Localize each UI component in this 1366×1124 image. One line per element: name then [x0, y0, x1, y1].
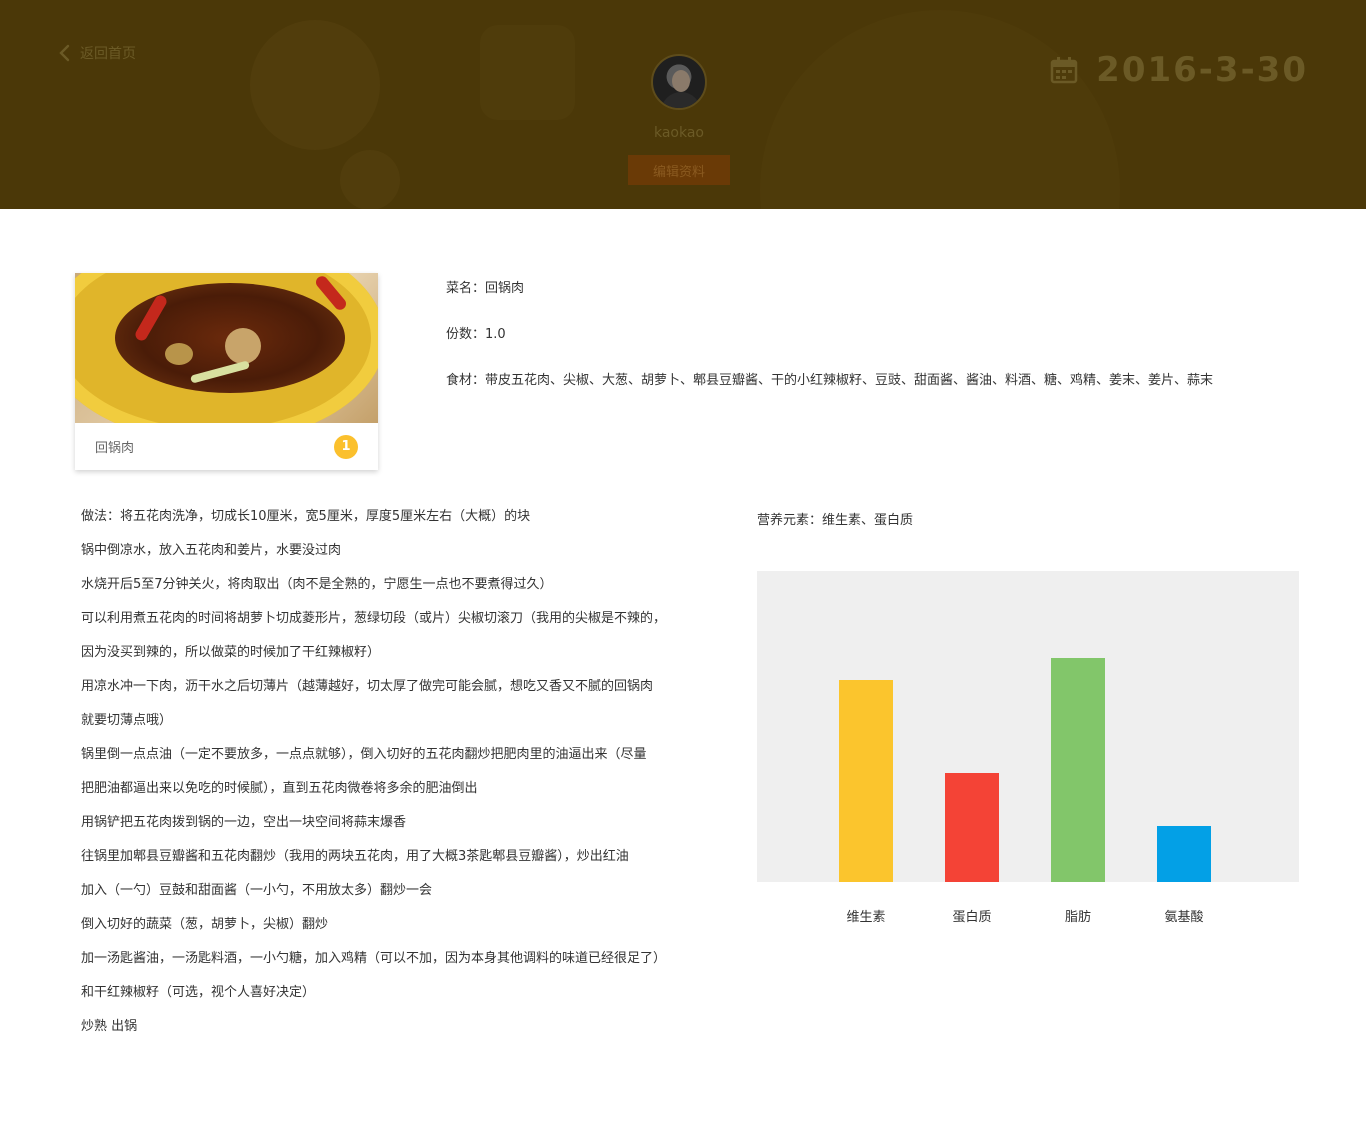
dish-photo	[75, 273, 378, 423]
chart-bar-2	[1051, 658, 1105, 882]
dish-card-name: 回锅肉	[95, 441, 135, 456]
dish-card[interactable]: 回锅肉 1	[75, 273, 378, 470]
method-step: 锅中倒凉水，放入五花肉和姜片，水要没过肉	[81, 543, 342, 558]
method-step: 用锅铲把五花肉拨到锅的一边，空出一块空间将蒜末爆香	[81, 815, 407, 830]
chart-category-label: 蛋白质	[952, 910, 992, 925]
dish-name-info: 菜名：回锅肉	[446, 281, 525, 296]
chart-bar-1	[945, 773, 999, 882]
method-step: 加入（一勺）豆鼓和甜面酱（一小勺，不用放太多）翻炒一会	[81, 883, 433, 898]
banner-decoration	[480, 25, 575, 120]
back-home-label: 返回首页	[80, 46, 136, 62]
method-step: 倒入切好的蔬菜（葱，胡萝卜，尖椒）翻炒	[81, 917, 329, 932]
calendar-icon	[1050, 57, 1078, 84]
chart-category-label: 维生素	[846, 910, 886, 925]
back-home-link[interactable]: 返回首页	[58, 43, 136, 63]
method-step: 把肥油都逼出来以免吃的时候腻），直到五花肉微卷将多余的肥油倒出	[81, 781, 478, 796]
portion-info: 份数：1.0	[446, 327, 506, 342]
dish-card-footer: 回锅肉 1	[75, 423, 378, 470]
method-step: 就要切薄点哦）	[81, 713, 173, 728]
date-text: 2016-3-30	[1096, 50, 1308, 90]
banner-decoration	[340, 150, 400, 209]
method-step: 加一汤匙酱油，一汤匙料酒，一小勺糖，加入鸡精（可以不加，因为本身其他调料的味道已…	[81, 951, 667, 966]
chart-category-label: 脂肪	[1064, 910, 1091, 925]
method-step: 炒熟 出锅	[81, 1019, 138, 1034]
method-step: 往锅里加郫县豆瓣酱和五花肉翻炒（我用的两块五花肉，用了大概3茶匙郫县豆瓣酱），炒…	[81, 849, 629, 864]
method-step: 锅里倒一点点油（一定不要放多，一点点就够），倒入切好的五花肉翻炒把肥肉里的油逼出…	[81, 747, 647, 762]
nutrition-chart	[757, 571, 1299, 882]
banner-decoration	[250, 20, 380, 150]
nutrition-label: 营养元素：维生素、蛋白质	[757, 513, 914, 528]
banner-decoration	[760, 10, 1120, 209]
dish-count-badge: 1	[334, 434, 358, 459]
method-step: 和干红辣椒籽（可选，视个人喜好决定）	[81, 985, 316, 1000]
header-banner: 返回首页 kaokao 编辑资料 2016-3-30	[0, 0, 1366, 209]
chart-bar-3	[1157, 826, 1211, 882]
method-step: 用凉水冲一下肉，沥干水之后切薄片（越薄越好，切太厚了做完可能会腻，想吃又香又不腻…	[81, 679, 654, 694]
chart-category-label: 氨基酸	[1164, 910, 1204, 925]
edit-profile-button[interactable]: 编辑资料	[628, 155, 730, 185]
username: kaokao	[653, 125, 704, 141]
chevron-left-icon	[59, 44, 70, 62]
method-step: 因为没买到辣的，所以做菜的时候加了干红辣椒籽）	[81, 645, 381, 660]
method-step: 可以利用煮五花肉的时间将胡萝卜切成菱形片，葱绿切段（或片）尖椒切滚刀（我用的尖椒…	[81, 611, 667, 626]
method-step: 水烧开后5至7分钟关火，将肉取出（肉不是全熟的，宁愿生一点也不要煮得过久）	[81, 577, 553, 592]
date-display: 2016-3-30	[1050, 50, 1308, 90]
chart-bar-0	[839, 680, 893, 882]
avatar[interactable]	[651, 54, 707, 110]
ingredients-info: 食材：带皮五花肉、尖椒、大葱、胡萝卜、郫县豆瓣酱、干的小红辣椒籽、豆豉、甜面酱、…	[446, 373, 1214, 388]
method-step: 做法：将五花肉洗净，切成长10厘米，宽5厘米，厚度5厘米左右（大概）的块	[81, 509, 531, 524]
cooking-method: 做法：将五花肉洗净，切成长10厘米，宽5厘米，厚度5厘米左右（大概）的块 锅中倒…	[81, 505, 721, 1049]
